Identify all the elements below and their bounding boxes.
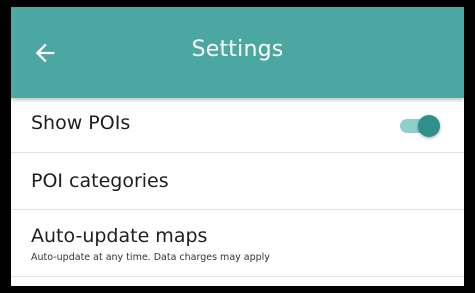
- setting-show-pois[interactable]: Show POIs: [11, 98, 464, 153]
- page-title: Settings: [191, 37, 284, 62]
- toggle-thumb: [418, 115, 440, 137]
- auto-update-maps-label: Auto-update maps: [31, 225, 208, 247]
- setting-poi-categories[interactable]: POI categories: [11, 153, 464, 210]
- show-pois-toggle[interactable]: [398, 114, 442, 137]
- app-bar: Settings: [11, 7, 464, 98]
- setting-auto-update-maps[interactable]: Auto-update maps Auto-update at any time…: [11, 210, 464, 277]
- settings-list: Show POIs POI categories Auto-update map…: [11, 98, 464, 277]
- show-pois-label: Show POIs: [31, 112, 131, 134]
- settings-screen: Settings Show POIs POI categories Auto-u…: [11, 7, 464, 286]
- poi-categories-label: POI categories: [31, 170, 169, 192]
- auto-update-maps-description: Auto-update at any time. Data charges ma…: [31, 252, 270, 263]
